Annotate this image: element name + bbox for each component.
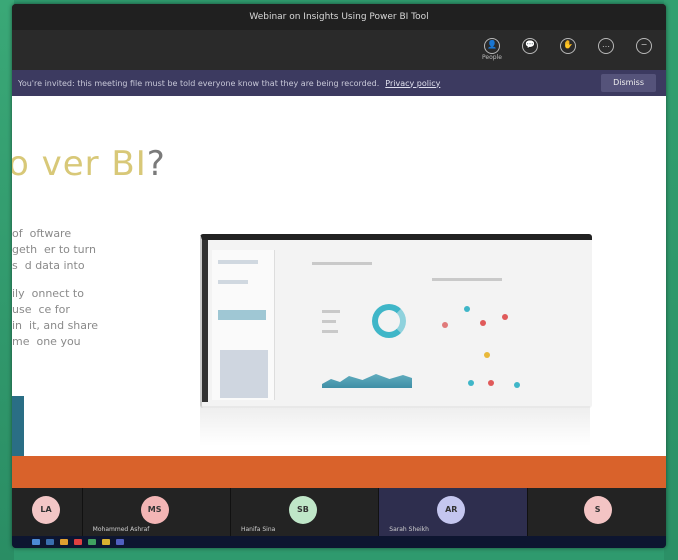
- taskbar-app-icon[interactable]: [74, 539, 82, 545]
- slide-title: o ver BI?: [12, 144, 166, 184]
- title-bar: Webinar on Insights Using Power BI Tool: [12, 4, 666, 30]
- scatter-dot: [484, 352, 490, 358]
- taskbar-app-icon[interactable]: [102, 539, 110, 545]
- participant-strip: LA MS Mohammed Ashraf SB Hanifa Sina AR …: [12, 488, 666, 536]
- people-button-label: People: [482, 54, 502, 61]
- avatar: LA: [32, 496, 60, 524]
- participant-name: Hanifa Sina: [240, 526, 276, 533]
- dashboard-header-line: [312, 262, 372, 265]
- banner-text: You're invited: this meeting file must b…: [18, 78, 380, 88]
- minimize-button[interactable]: −: [632, 38, 656, 54]
- scatter-dot: [488, 380, 494, 386]
- list-line: [322, 310, 340, 313]
- participant-tile[interactable]: MS Mohammed Ashraf: [82, 488, 231, 536]
- participant-tile-active[interactable]: AR Sarah Sheikh: [379, 488, 528, 536]
- slide-footer-band: [12, 456, 666, 488]
- participant-name: Mohammed Ashraf: [92, 526, 150, 533]
- pane-line: [218, 280, 248, 284]
- avatar: S: [583, 496, 612, 524]
- dismiss-button[interactable]: Dismiss: [601, 74, 656, 92]
- dashboard-nav-rail: [202, 240, 208, 402]
- slide-bullets: of oftware geth er to turn s d data into…: [12, 226, 172, 362]
- list-line: [322, 320, 336, 323]
- dashboard-list-chart: [322, 310, 352, 350]
- list-line: [322, 330, 338, 333]
- privacy-policy-link[interactable]: Privacy policy: [385, 79, 440, 88]
- scatter-dot: [502, 314, 508, 320]
- participant-tile[interactable]: SB Hanifa Sina: [230, 488, 380, 536]
- area-chart: [322, 374, 412, 388]
- recording-banner: You're invited: this meeting file must b…: [12, 70, 666, 96]
- meeting-toolbar: 👤 People 💬 ✋ … −: [12, 30, 666, 70]
- raise-hand-button[interactable]: ✋: [556, 38, 580, 54]
- avatar: SB: [288, 496, 317, 524]
- slide-bullet: ily onnect to use ce for in it, and shar…: [12, 287, 99, 348]
- taskbar: [12, 536, 666, 548]
- taskbar-app-icon[interactable]: [60, 539, 68, 545]
- participant-tile[interactable]: S: [527, 488, 666, 536]
- more-actions-button[interactable]: …: [594, 38, 618, 54]
- participant-name: Sarah Sheikh: [389, 526, 429, 533]
- scatter-dot: [480, 320, 486, 326]
- screenshot-reflection: [200, 406, 590, 446]
- pane-bar: [218, 310, 266, 320]
- chat-button[interactable]: 💬: [518, 38, 542, 54]
- scatter-dot: [464, 306, 470, 312]
- donut-chart: [372, 304, 406, 338]
- scatter-dot: [514, 382, 520, 388]
- participant-tile[interactable]: LA: [12, 488, 83, 536]
- slide-title-text: o ver BI: [12, 144, 147, 184]
- scatter-dot: [468, 380, 474, 386]
- start-icon[interactable]: [32, 539, 40, 545]
- shared-slide: o ver BI? of oftware geth er to turn s d…: [12, 96, 666, 488]
- slide-title-question-mark: ?: [146, 144, 166, 184]
- avatar: AR: [437, 496, 466, 524]
- dashboard-filter-pane: [212, 250, 275, 400]
- dashboard-screenshot: [200, 234, 592, 408]
- hand-icon: ✋: [560, 38, 576, 54]
- window-title: Webinar on Insights Using Power BI Tool: [249, 12, 429, 22]
- people-icon: 👤: [484, 38, 500, 54]
- more-icon: …: [598, 38, 614, 54]
- taskbar-app-icon[interactable]: [116, 539, 124, 545]
- desktop-background-right: [664, 0, 678, 560]
- minimize-icon: −: [636, 38, 652, 54]
- avatar: MS: [140, 496, 169, 524]
- taskbar-app-icon[interactable]: [46, 539, 54, 545]
- taskbar-app-icon[interactable]: [88, 539, 96, 545]
- meeting-window: Webinar on Insights Using Power BI Tool …: [12, 4, 666, 548]
- chat-icon: 💬: [522, 38, 538, 54]
- dashboard-header-line: [432, 278, 502, 281]
- scatter-dot: [442, 322, 448, 328]
- slide-bullet: of oftware geth er to turn s d data into: [12, 227, 96, 272]
- people-button[interactable]: 👤 People: [480, 38, 504, 61]
- pane-line: [218, 260, 258, 264]
- map-thumbnail: [220, 350, 268, 398]
